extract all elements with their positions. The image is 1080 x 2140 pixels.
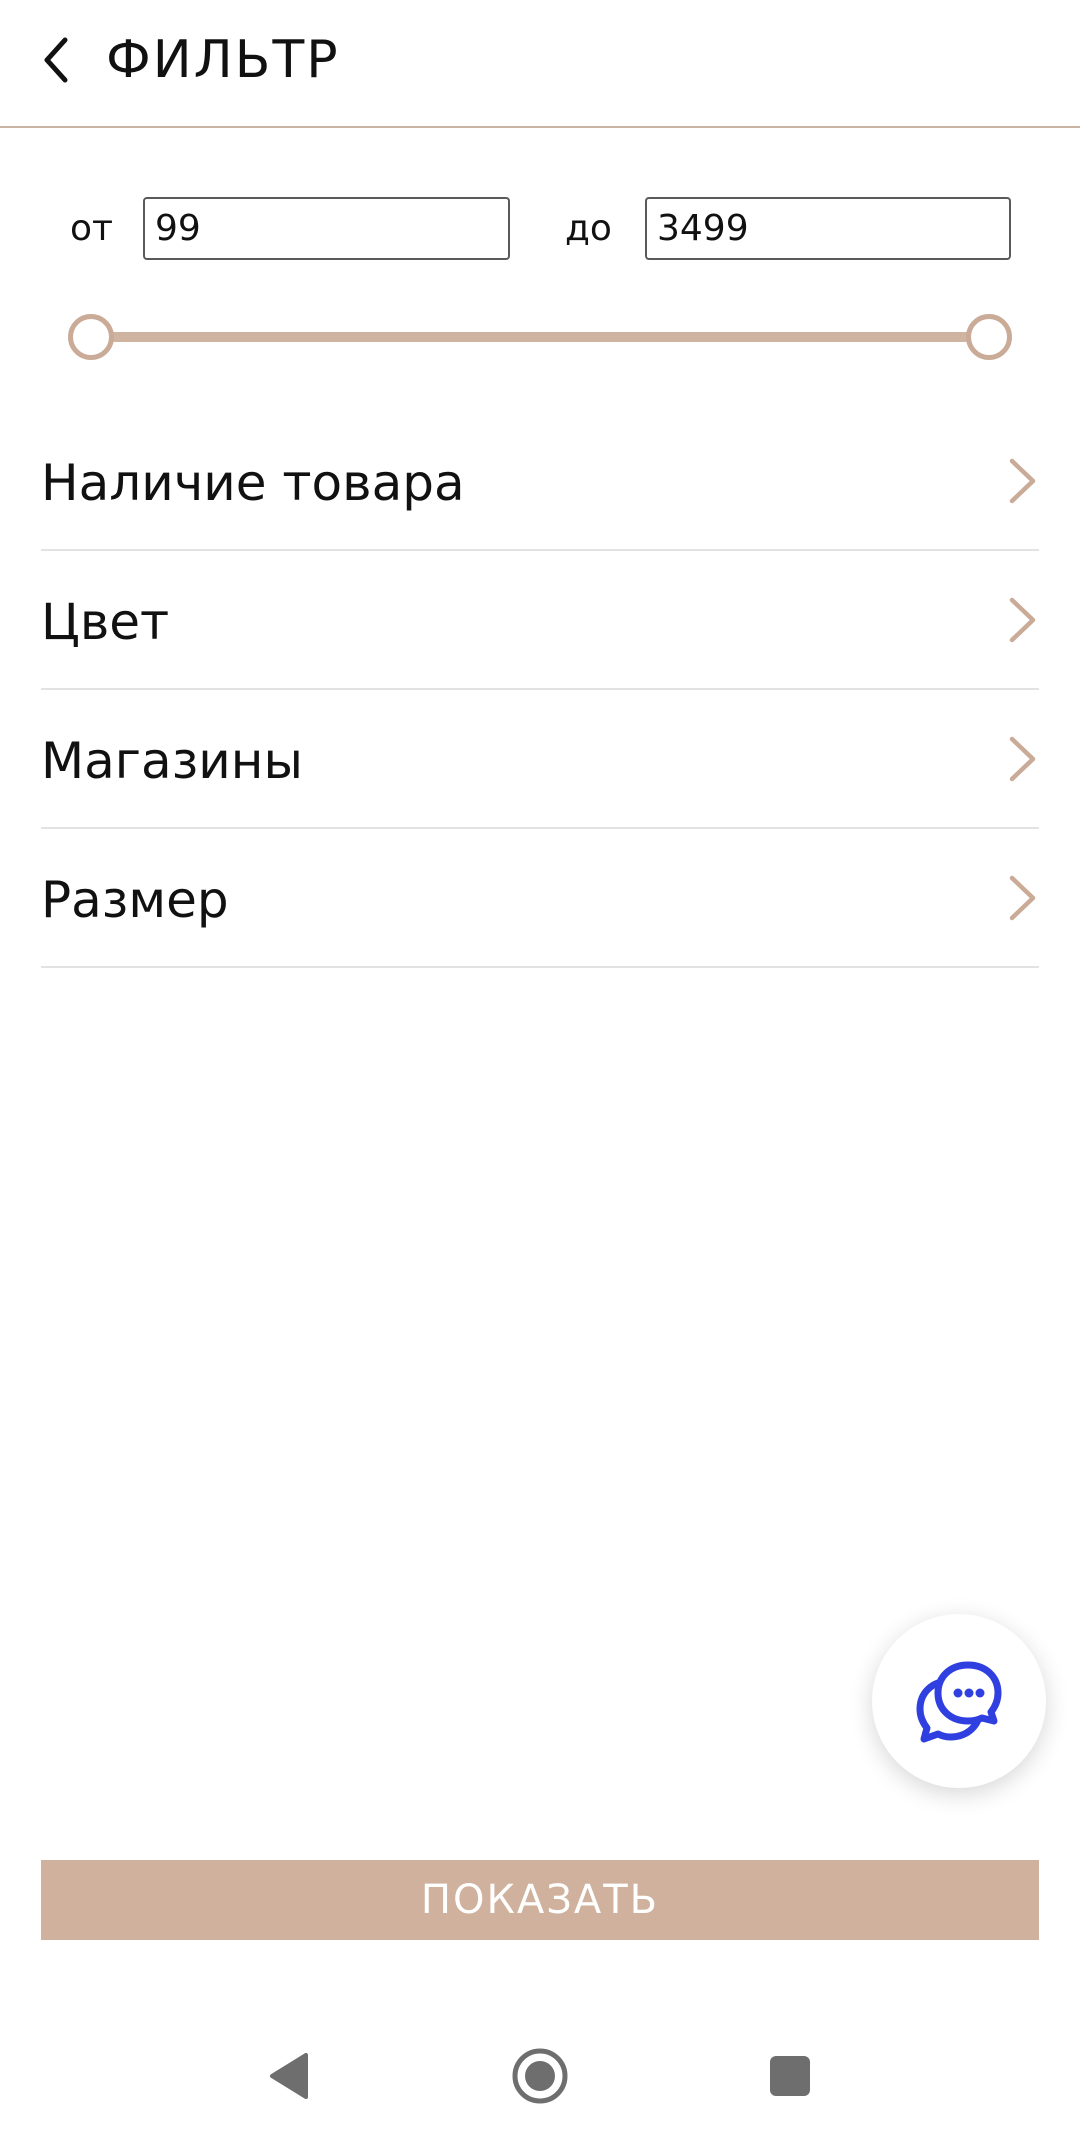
price-to-input[interactable]: [645, 197, 1011, 260]
circle-home-icon: [512, 2048, 568, 2104]
filter-list: Наличие товара Цвет Магазины Размер: [41, 412, 1039, 968]
header-bar: ФИЛЬТР: [0, 0, 1080, 128]
page-title: ФИЛЬТР: [106, 30, 340, 90]
filter-item-size[interactable]: Размер: [41, 829, 1039, 968]
nav-back-button[interactable]: [248, 2036, 328, 2116]
filter-item-color[interactable]: Цвет: [41, 551, 1039, 690]
filter-item-label: Цвет: [41, 592, 170, 651]
price-range-slider[interactable]: [68, 314, 1012, 360]
nav-home-button[interactable]: [500, 2036, 580, 2116]
filter-item-availability[interactable]: Наличие товара: [41, 412, 1039, 551]
chevron-right-icon: [1005, 873, 1039, 923]
price-to-label: до: [565, 207, 612, 249]
filter-item-label: Наличие товара: [41, 453, 465, 512]
price-from-input[interactable]: [143, 197, 510, 260]
system-nav-bar: [0, 2020, 1080, 2140]
chat-bubbles-icon: [916, 1661, 1002, 1743]
back-button[interactable]: [30, 28, 82, 92]
slider-track: [90, 332, 990, 342]
price-from-label: от: [70, 207, 113, 249]
chevron-right-icon: [1005, 456, 1039, 506]
triangle-back-icon: [270, 2053, 308, 2099]
filter-item-label: Размер: [41, 870, 229, 929]
filter-item-label: Магазины: [41, 731, 303, 790]
chevron-right-icon: [1005, 595, 1039, 645]
chevron-left-icon: [44, 37, 68, 83]
show-results-button[interactable]: ПОКАЗАТЬ: [41, 1860, 1039, 1940]
filter-item-stores[interactable]: Магазины: [41, 690, 1039, 829]
slider-max-thumb[interactable]: [966, 314, 1012, 360]
nav-recents-button[interactable]: [750, 2036, 830, 2116]
chat-button[interactable]: [872, 1614, 1046, 1788]
filter-screen: ФИЛЬТР от до Наличие товара Цвет Магазин…: [0, 0, 1080, 2140]
chevron-right-icon: [1005, 734, 1039, 784]
square-recents-icon: [770, 2056, 810, 2096]
slider-min-thumb[interactable]: [68, 314, 114, 360]
